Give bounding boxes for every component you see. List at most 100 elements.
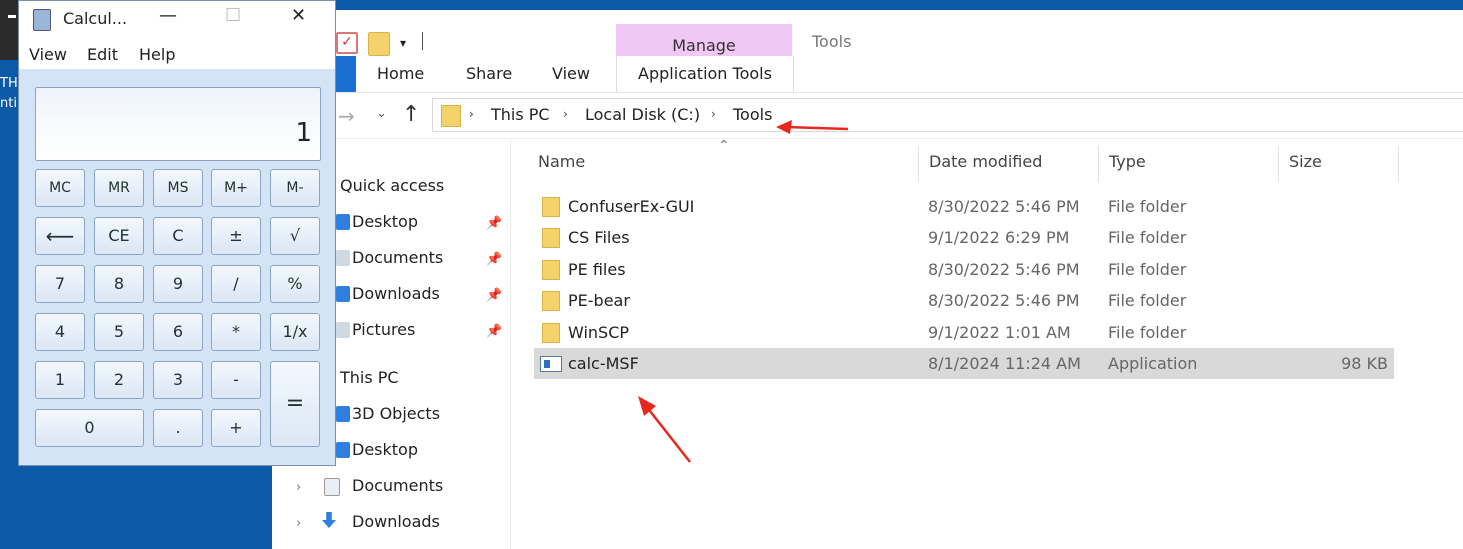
file-name: calc-MSF	[568, 354, 639, 373]
percent-button[interactable]: %	[270, 265, 320, 303]
address-bar[interactable]: › This PC › Local Disk (C:) › Tools	[432, 98, 1463, 132]
digit-8-button[interactable]: 8	[94, 265, 144, 303]
decimal-button[interactable]: .	[153, 409, 203, 447]
menu-edit[interactable]: Edit	[87, 45, 118, 64]
ce-button[interactable]: CE	[94, 217, 144, 255]
chevron-right-icon[interactable]: ›	[563, 107, 568, 121]
column-header-size[interactable]: Size	[1289, 152, 1322, 171]
close-icon[interactable]: ✕	[291, 5, 306, 26]
digit-0-button[interactable]: 0	[35, 409, 144, 447]
reciprocal-button[interactable]: 1/x	[270, 313, 320, 351]
file-row[interactable]: PE files 8/30/2022 5:46 PM File folder	[534, 254, 1394, 285]
breadcrumb-local-disk[interactable]: Local Disk (C:)	[585, 105, 700, 124]
column-divider[interactable]	[1098, 146, 1099, 182]
recent-locations-chevron-icon[interactable]: ⌄	[376, 106, 387, 121]
column-header-date-modified[interactable]: Date modified	[929, 152, 1042, 171]
ms-button[interactable]: MS	[153, 169, 203, 207]
c-button[interactable]: C	[153, 217, 203, 255]
digit-3-button[interactable]: 3	[153, 361, 203, 399]
up-arrow-icon[interactable]: ↑	[402, 102, 420, 127]
backspace-button[interactable]: ⟵	[35, 217, 85, 255]
m-minus-button[interactable]: M-	[270, 169, 320, 207]
nav-this-pc[interactable]: This PC	[340, 368, 399, 387]
file-date: 9/1/2022 6:29 PM	[928, 228, 1070, 247]
pin-icon[interactable]: 📌	[486, 288, 502, 303]
file-type: Application	[1108, 354, 1198, 373]
folder-icon	[542, 260, 560, 280]
nav-qa-downloads[interactable]: Downloads	[352, 284, 440, 303]
nav-quick-access[interactable]: Quick access	[340, 176, 444, 195]
digit-4-button[interactable]: 4	[35, 313, 85, 351]
pin-icon[interactable]: 📌	[486, 216, 502, 231]
tab-home[interactable]: Home	[377, 64, 424, 83]
new-folder-icon[interactable]	[368, 32, 390, 56]
file-row[interactable]: WinSCP 9/1/2022 1:01 AM File folder	[534, 317, 1394, 348]
minus-button[interactable]: -	[211, 361, 261, 399]
nav-pc-3d-objects[interactable]: 3D Objects	[352, 404, 440, 423]
file-size: 98 KB	[1341, 354, 1388, 373]
digit-6-button[interactable]: 6	[153, 313, 203, 351]
properties-check-icon[interactable]: ✓	[336, 32, 358, 54]
sqrt-button[interactable]: √	[270, 217, 320, 255]
forward-arrow-icon[interactable]: →	[338, 104, 355, 128]
expand-chevron-icon[interactable]: ›	[296, 516, 301, 531]
digit-9-button[interactable]: 9	[153, 265, 203, 303]
digit-2-button[interactable]: 2	[94, 361, 144, 399]
chevron-right-icon[interactable]: ›	[469, 107, 474, 121]
column-divider[interactable]	[1398, 146, 1399, 182]
quick-access-dropdown-icon[interactable]: ▾	[400, 36, 406, 50]
column-header-type[interactable]: Type	[1109, 152, 1146, 171]
pictures-icon	[336, 322, 350, 338]
file-row[interactable]: PE-bear 8/30/2022 5:46 PM File folder	[534, 285, 1394, 316]
multiply-button[interactable]: *	[211, 313, 261, 351]
folder-icon	[441, 105, 461, 127]
calculator-display: 1	[35, 87, 321, 161]
nav-pc-downloads[interactable]: Downloads	[352, 512, 440, 531]
nav-pc-documents[interactable]: Documents	[352, 476, 443, 495]
mc-button[interactable]: MC	[35, 169, 85, 207]
file-explorer-window: ✓ ▾ Manage Tools Home Share View Applica…	[272, 0, 1463, 549]
menu-help[interactable]: Help	[139, 45, 175, 64]
file-row-selected[interactable]: calc-MSF 8/1/2024 11:24 AM Application 9…	[534, 348, 1394, 379]
menu-view[interactable]: View	[29, 45, 67, 64]
file-type: File folder	[1108, 323, 1187, 342]
nav-qa-desktop[interactable]: Desktop	[352, 212, 418, 231]
column-divider[interactable]	[1278, 146, 1279, 182]
file-row[interactable]: CS Files 9/1/2022 6:29 PM File folder	[534, 222, 1394, 253]
file-row[interactable]: ConfuserEx-GUI 8/30/2022 5:46 PM File fo…	[534, 191, 1394, 222]
desktop-side-text: TH nti	[0, 76, 18, 111]
breadcrumb-tools[interactable]: Tools	[733, 105, 772, 124]
digit-1-button[interactable]: 1	[35, 361, 85, 399]
digit-7-button[interactable]: 7	[35, 265, 85, 303]
file-name: WinSCP	[568, 323, 630, 342]
tab-application-tools[interactable]: Application Tools	[616, 56, 794, 92]
calculator-window: Calcul... — ☐ ✕ View Edit Help 1 MC MR M…	[18, 0, 336, 466]
m-plus-button[interactable]: M+	[211, 169, 261, 207]
divide-button[interactable]: /	[211, 265, 261, 303]
nav-qa-pictures[interactable]: Pictures	[352, 320, 415, 339]
expand-chevron-icon[interactable]: ›	[296, 480, 301, 495]
column-divider[interactable]	[918, 146, 919, 182]
equals-button[interactable]: =	[270, 361, 320, 447]
calculator-icon	[33, 9, 51, 31]
breadcrumb-this-pc[interactable]: This PC	[491, 105, 550, 124]
chevron-right-icon[interactable]: ›	[711, 107, 716, 121]
annotation-arrow-address	[776, 120, 849, 134]
column-header-name[interactable]: Name	[538, 152, 585, 171]
plus-minus-button[interactable]: ±	[211, 217, 261, 255]
digit-5-button[interactable]: 5	[94, 313, 144, 351]
plus-button[interactable]: +	[211, 409, 261, 447]
calculator-menu-bar: View Edit Help	[19, 37, 335, 69]
application-icon	[540, 356, 562, 372]
nav-pc-desktop[interactable]: Desktop	[352, 440, 418, 459]
calculator-titlebar: Calcul... — ☐ ✕	[19, 1, 335, 37]
tab-view[interactable]: View	[552, 64, 590, 83]
mr-button[interactable]: MR	[94, 169, 144, 207]
file-name: PE-bear	[568, 291, 630, 310]
tab-share[interactable]: Share	[466, 64, 512, 83]
pin-icon[interactable]: 📌	[486, 252, 502, 267]
nav-qa-documents[interactable]: Documents	[352, 248, 443, 267]
file-name: PE files	[568, 260, 626, 279]
minimize-icon[interactable]: —	[159, 5, 177, 26]
pin-icon[interactable]: 📌	[486, 324, 502, 339]
